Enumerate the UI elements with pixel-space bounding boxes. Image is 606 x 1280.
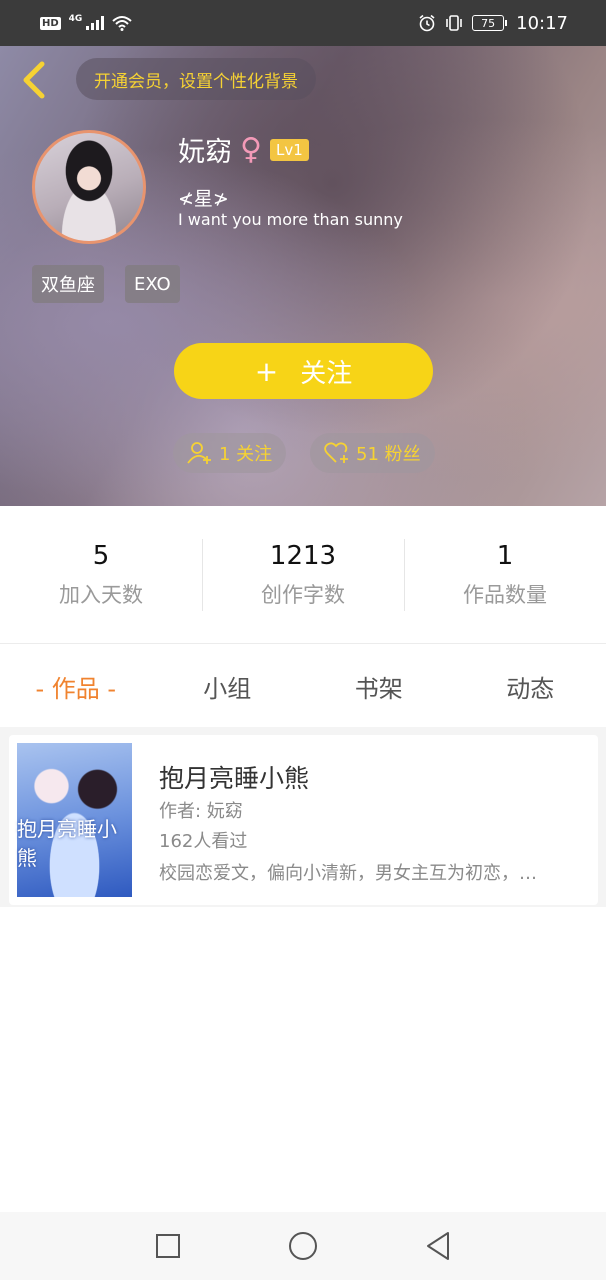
stat-works-count: 1 作品数量 [404, 538, 606, 611]
book-cover[interactable]: 抱月亮睡小熊 [17, 743, 132, 897]
book-title: 抱月亮睡小熊 [159, 764, 310, 793]
username: 妧窈 [178, 137, 232, 168]
back-button[interactable] [14, 56, 54, 104]
tab-activity[interactable]: 动态 [455, 669, 606, 704]
level-badge: Lv1 [269, 138, 309, 161]
book-description: 校园恋爱文，偏向小清新，男女主互为初恋，… [159, 863, 537, 884]
vip-background-banner[interactable]: 开通会员，设置个性化背景 [76, 58, 316, 100]
profile-tabs: - 作品 - 小组 书架 动态 [0, 645, 606, 727]
tab-groups[interactable]: 小组 [152, 669, 304, 704]
signature-text: I want you more than sunny [178, 210, 403, 229]
tab-works[interactable]: - 作品 - [0, 669, 152, 704]
hd-indicator: HD [40, 16, 61, 30]
chevron-left-icon [23, 61, 45, 99]
book-author: 作者: 妧窈 [159, 801, 243, 822]
home-button[interactable] [283, 1226, 323, 1266]
stat-value: 1 [496, 540, 514, 571]
signature-title: ≮星≯ [178, 188, 229, 210]
stat-label: 加入天数 [59, 582, 143, 607]
stat-join-days: 5 加入天数 [0, 539, 202, 611]
status-bar: HD 4G 75 10:17 [0, 0, 606, 46]
signal-icon [86, 16, 105, 30]
profile-header: 开通会员，设置个性化背景 妧窈 ♀ Lv1 ≮星≯ I want you mor… [0, 46, 606, 506]
stats-row: 5 加入天数 1213 创作字数 1 作品数量 [0, 506, 606, 644]
system-nav-bar [0, 1212, 606, 1280]
profile-tag: 双鱼座 [32, 265, 104, 303]
username-row: 妧窈 ♀ Lv1 [178, 130, 309, 169]
stat-value: 1213 [269, 540, 337, 571]
square-icon [155, 1234, 180, 1258]
alarm-icon [419, 14, 435, 32]
network-type: 4G [68, 14, 83, 24]
avatar[interactable] [32, 130, 146, 244]
female-icon: ♀ [240, 131, 262, 167]
stat-label: 作品数量 [463, 582, 547, 607]
fans-count-button[interactable]: 51 粉丝 [310, 433, 435, 473]
book-cover-title: 抱月亮睡小熊 [17, 817, 117, 870]
clock: 10:17 [516, 12, 568, 34]
book-views: 162人看过 [159, 831, 248, 852]
profile-tag: EXO [125, 265, 180, 303]
triangle-back-icon [427, 1232, 450, 1260]
plus-icon: + [254, 354, 279, 388]
vibrate-icon [446, 15, 462, 31]
follow-button[interactable]: + 关注 [174, 343, 433, 399]
book-card[interactable]: 抱月亮睡小熊 抱月亮睡小熊 作者: 妧窈 162人看过 校园恋爱文，偏向小清新，… [9, 735, 598, 905]
stat-word-count: 1213 创作字数 [202, 538, 404, 611]
back-nav-button[interactable] [418, 1226, 458, 1266]
stat-label: 创作字数 [261, 582, 345, 607]
tab-bookshelf[interactable]: 书架 [303, 669, 455, 704]
circle-icon [288, 1232, 317, 1260]
following-count: 1 关注 [219, 444, 273, 465]
wifi-icon [112, 16, 132, 31]
user-add-icon [187, 442, 211, 464]
status-right: 75 10:17 [418, 13, 568, 34]
fans-count: 51 粉丝 [356, 444, 421, 465]
following-count-button[interactable]: 1 关注 [173, 433, 287, 473]
battery-icon: 75 [472, 15, 508, 31]
status-left: HD 4G [40, 14, 132, 31]
recent-apps-button[interactable] [148, 1226, 188, 1266]
heart-add-icon [324, 442, 348, 463]
stat-value: 5 [92, 540, 110, 571]
follow-label: 关注 [300, 358, 353, 389]
